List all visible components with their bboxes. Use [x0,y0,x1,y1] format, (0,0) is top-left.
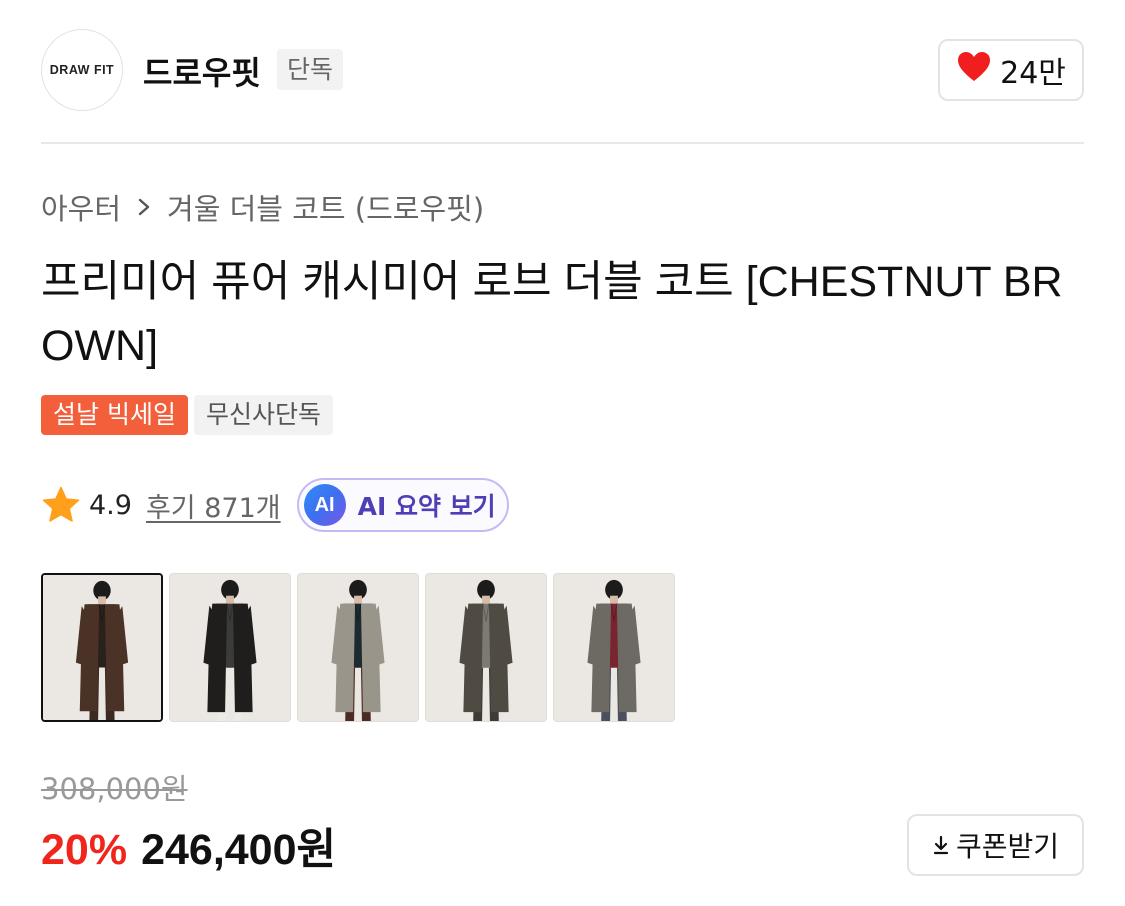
breadcrumb-category[interactable]: 아우터 [41,186,121,228]
brand-exclusive-badge: 단독 [277,49,344,90]
discount-rate: 20% [41,826,128,874]
product-thumbnail-5[interactable] [553,573,675,722]
brand-name[interactable]: 드로우핏 [143,48,261,94]
product-page: DRAW FIT 드로우핏 단독 24만 아우터 겨울 더블 코트 (드로우핏)… [0,0,1125,906]
coupon-label: 쿠폰받기 [955,830,1060,863]
product-thumbnails [41,573,675,722]
download-icon [932,834,950,856]
like-count: 24만 [1000,56,1066,91]
review-count-link[interactable]: 후기 871개 [146,486,281,525]
like-button[interactable]: 24만 [938,39,1084,101]
exclusive-tag: 무신사단독 [193,395,333,435]
original-price: 308,000원 [41,772,188,806]
ai-summary-label: AI 요약 보기 [357,492,496,521]
coupon-button[interactable]: 쿠폰받기 [907,814,1084,876]
chevron-right-icon [135,196,153,218]
breadcrumb: 아우터 겨울 더블 코트 (드로우핏) [41,186,484,228]
ai-icon: AI [303,484,346,526]
price-row: 20% 246,400원 [41,815,336,877]
brand-logo[interactable]: DRAW FIT [41,29,123,111]
product-thumbnail-3[interactable] [297,573,419,722]
sale-event-tag: 설날 빅세일 [41,395,188,435]
product-tags: 설날 빅세일 무신사단독 [41,395,333,435]
sale-price: 246,400원 [141,826,337,874]
rating-value: 4.9 [89,489,132,521]
product-thumbnail-4[interactable] [425,573,547,722]
header-divider [41,142,1084,144]
product-title: 프리미어 퓨어 캐시미어 로브 더블 코트 [CHESTNUT BROWN] [41,258,1063,370]
product-thumbnail-2[interactable] [169,573,291,722]
brand-logo-text: DRAW FIT [49,63,115,77]
product-thumbnail-1[interactable] [41,573,163,722]
rating-row: 4.9 후기 871개 AI AI 요약 보기 [41,478,509,532]
ai-summary-button[interactable]: AI AI 요약 보기 [296,478,509,532]
breadcrumb-subcategory[interactable]: 겨울 더블 코트 (드로우핏) [167,186,484,228]
star-icon [41,485,81,525]
heart-icon [956,50,992,91]
